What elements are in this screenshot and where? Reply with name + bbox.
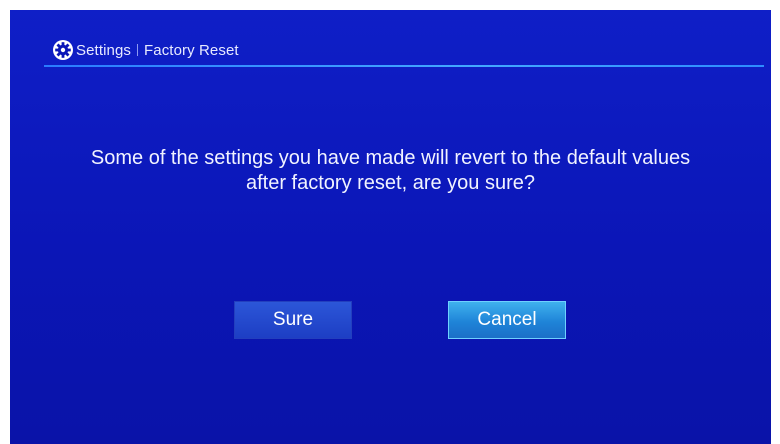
- gear-icon: [52, 39, 74, 61]
- breadcrumb-current: Factory Reset: [144, 41, 239, 59]
- tv-screen: Settings Factory Reset Some of the setti…: [10, 10, 771, 444]
- breadcrumb-separator: [137, 44, 138, 56]
- breadcrumb-parent: Settings: [76, 41, 131, 59]
- dialog-message: Some of the settings you have made will …: [32, 146, 749, 196]
- sure-button[interactable]: Sure: [234, 301, 352, 339]
- cancel-button[interactable]: Cancel: [448, 301, 566, 339]
- message-line-2: after factory reset, are you sure?: [245, 172, 536, 194]
- message-line-1: Some of the settings you have made will …: [90, 147, 691, 169]
- breadcrumb: Settings Factory Reset: [52, 36, 239, 64]
- header-divider: [44, 65, 764, 67]
